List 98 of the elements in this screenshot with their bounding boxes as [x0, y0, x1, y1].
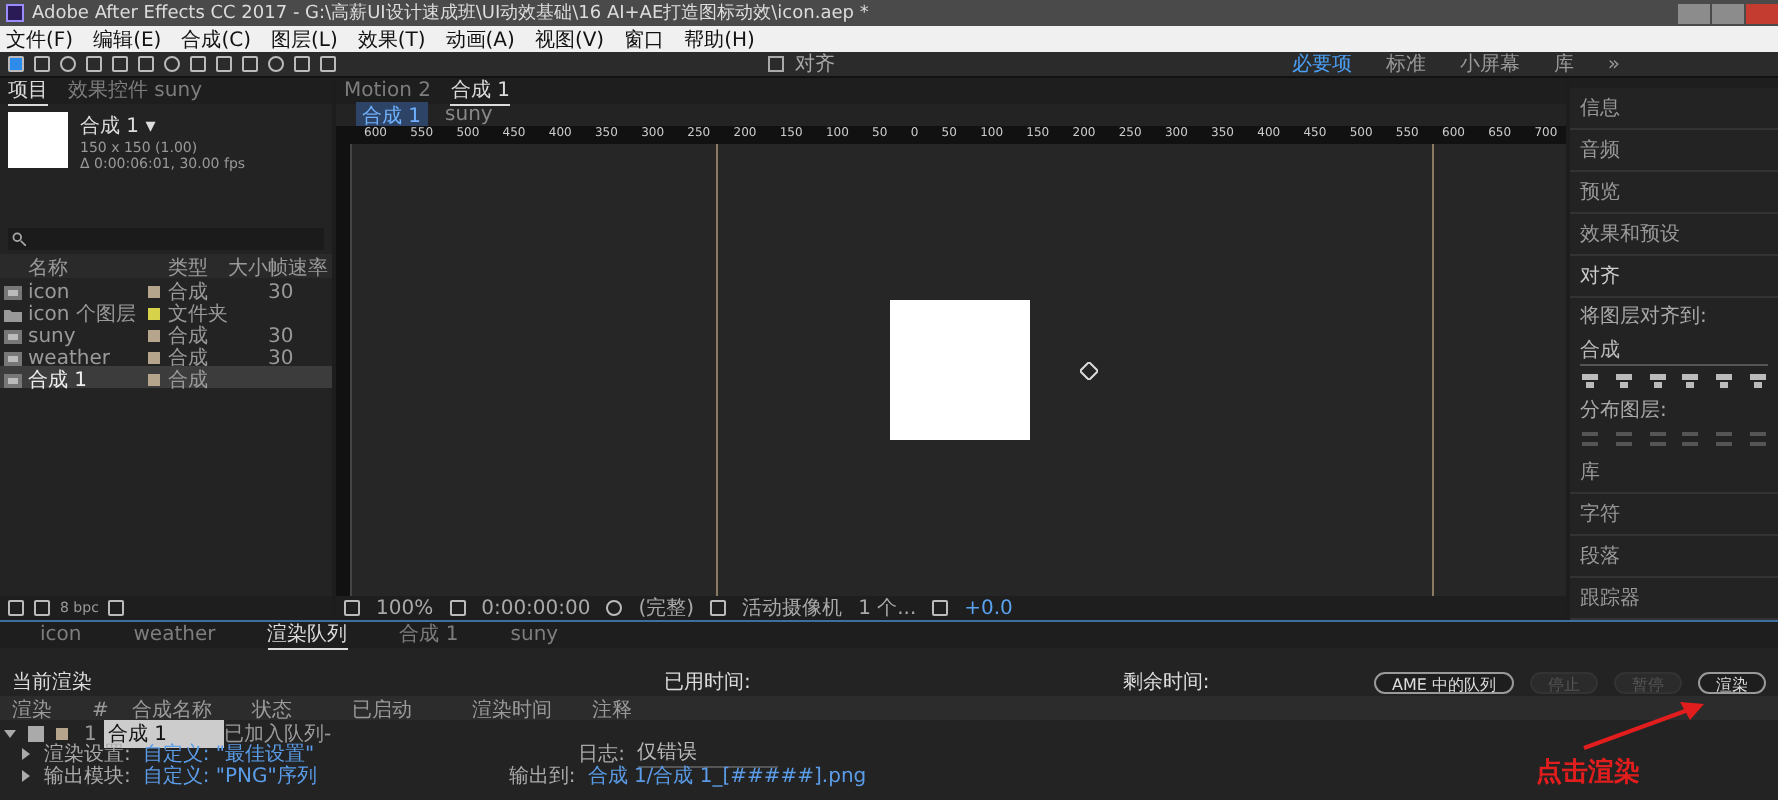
breadcrumb-item[interactable]: suny: [439, 104, 499, 126]
composition-thumbnail: [8, 112, 68, 168]
output-to-label: 输出到:: [508, 763, 576, 789]
project-item[interactable]: suny 合成 30: [0, 322, 332, 344]
align-icon[interactable]: [1747, 372, 1768, 390]
align-to-dropdown[interactable]: 合成: [1580, 336, 1768, 366]
align-icon[interactable]: [1580, 372, 1600, 390]
log-label: 日志:: [578, 741, 625, 765]
column-header: #: [92, 699, 111, 721]
collapse-triangle-icon[interactable]: [4, 728, 16, 740]
menu-item[interactable]: 编辑(E): [93, 25, 162, 53]
panel-section-header[interactable]: 效果和预设: [1570, 214, 1778, 256]
maximize-button[interactable]: [1712, 3, 1744, 23]
queue-index: 1: [84, 723, 97, 745]
zoom-dropdown[interactable]: 100%: [376, 597, 434, 619]
resolution-dropdown[interactable]: (完整): [638, 594, 695, 622]
viewer-tab[interactable]: 合成 1: [450, 76, 510, 106]
search-field[interactable]: [8, 228, 324, 250]
menu-item[interactable]: 效果(T): [357, 25, 426, 53]
distribute-label: 分布图层:: [1580, 398, 1669, 424]
align-icon[interactable]: [1680, 372, 1701, 390]
workspace-tab[interactable]: 小屏幕: [1459, 50, 1520, 78]
log-dropdown[interactable]: 仅错误: [637, 738, 777, 768]
panel-section-header[interactable]: 对齐: [1570, 256, 1778, 298]
snap-checkbox[interactable]: [768, 56, 785, 72]
column-header: 名称: [28, 256, 70, 282]
snap-label: 对齐: [794, 51, 835, 78]
timeline-tab[interactable]: icon: [40, 623, 82, 647]
annotation-text: 点击渲染: [1536, 755, 1640, 790]
panel-section-header[interactable]: 信息: [1570, 88, 1778, 130]
align-icon[interactable]: [1647, 372, 1668, 390]
anchor-point-icon: [1080, 362, 1099, 380]
menu-item[interactable]: 帮助(H): [684, 25, 755, 53]
panel-section-header[interactable]: 音频: [1570, 130, 1778, 172]
menu-item[interactable]: 动画(A): [445, 25, 515, 53]
align-icon[interactable]: [1714, 372, 1735, 390]
panel-tab[interactable]: 效果控件 suny: [68, 76, 202, 106]
project-item[interactable]: weather 合成 30: [0, 344, 332, 366]
window-title: Adobe After Effects CC 2017 - G:\高薪UI设计速成班\UI动效基础\16 AI+AE打造图标动效\icon.aep *: [32, 1, 869, 26]
menu-item[interactable]: 图层(L): [270, 25, 338, 53]
menu-item[interactable]: 窗口: [624, 25, 665, 53]
align-icon[interactable]: [1613, 372, 1634, 390]
render-item-row[interactable]: 1 合成 1 已加入队列-: [0, 720, 1778, 742]
timeline-tab[interactable]: 渲染队列: [267, 620, 348, 650]
search-icon: [12, 232, 26, 246]
composition-layer: [889, 300, 1029, 440]
project-item[interactable]: icon 个图层 文件夹: [0, 300, 332, 322]
column-header: 帧速率: [268, 255, 330, 282]
panel-section-header[interactable]: 字符: [1570, 494, 1778, 536]
align-to-label: 将图层对齐到:: [1580, 303, 1707, 330]
render-queue-button[interactable]: 渲染: [1698, 671, 1766, 693]
workspace-tab[interactable]: 库: [1553, 50, 1574, 78]
started-time: -: [324, 723, 334, 745]
column-header: 类型: [168, 255, 210, 281]
column-header: 渲染时间: [472, 697, 554, 724]
panel-section-header[interactable]: 段落: [1570, 536, 1778, 578]
render-checkbox[interactable]: [28, 726, 44, 742]
frame-rate: 30: [268, 281, 296, 303]
label-swatch: [56, 728, 68, 740]
project-item[interactable]: 合成 1 合成: [0, 366, 332, 388]
camera-dropdown[interactable]: 活动摄像机: [742, 594, 843, 622]
column-header: 注释: [592, 697, 634, 724]
output-module-link[interactable]: 自定义: "PNG"序列: [142, 761, 317, 789]
workspace-tab[interactable]: 必要项: [1291, 50, 1352, 78]
frame-rate: 30: [268, 325, 296, 347]
timeline-tab[interactable]: suny: [510, 623, 559, 647]
column-header: 已启动: [352, 697, 414, 724]
remaining-time-label: 剩余时间:: [1122, 669, 1210, 696]
annotation-arrow: [1580, 700, 1708, 752]
column-header: 大小: [228, 255, 268, 282]
timeline-tab[interactable]: 合成 1: [399, 620, 459, 650]
panel-section-header[interactable]: 库: [1570, 452, 1778, 494]
project-item[interactable]: icon 合成 30: [0, 278, 332, 300]
composition-name: 合成 1 ▾: [80, 113, 158, 140]
panel-section-header[interactable]: 预览: [1570, 172, 1778, 214]
menu-item[interactable]: 文件(F): [6, 25, 74, 53]
more-workspaces-button[interactable]: »: [1607, 53, 1620, 75]
render-settings-label: 渲染设置:: [44, 743, 131, 765]
app-logo-icon: [6, 4, 24, 22]
timeline-tab[interactable]: weather: [133, 623, 216, 647]
elapsed-time-label: 已用时间:: [664, 669, 751, 696]
menu-item[interactable]: 合成(C): [181, 25, 251, 53]
menu-item[interactable]: 视图(V): [534, 25, 605, 53]
views-dropdown[interactable]: 1 个...: [858, 594, 917, 622]
minimize-button[interactable]: [1678, 3, 1710, 23]
render-queue-button[interactable]: AME 中的队列: [1374, 671, 1514, 693]
viewer-tab[interactable]: Motion 2: [344, 79, 431, 103]
exposure-value[interactable]: +0.0: [964, 597, 1013, 619]
output-module-label: 输出模块:: [44, 763, 131, 789]
column-header: 渲染: [12, 697, 54, 724]
workspace-tab[interactable]: 标准: [1385, 50, 1426, 78]
column-header: 合成名称: [132, 697, 214, 723]
render-status: 已加入队列: [224, 721, 324, 746]
panel-tab[interactable]: 项目: [8, 76, 48, 106]
column-header: 状态: [252, 697, 294, 723]
current-render-label: 当前渲染: [12, 669, 92, 696]
frame-rate: 30: [268, 347, 296, 369]
current-time: 0:00:00:00: [481, 597, 591, 619]
